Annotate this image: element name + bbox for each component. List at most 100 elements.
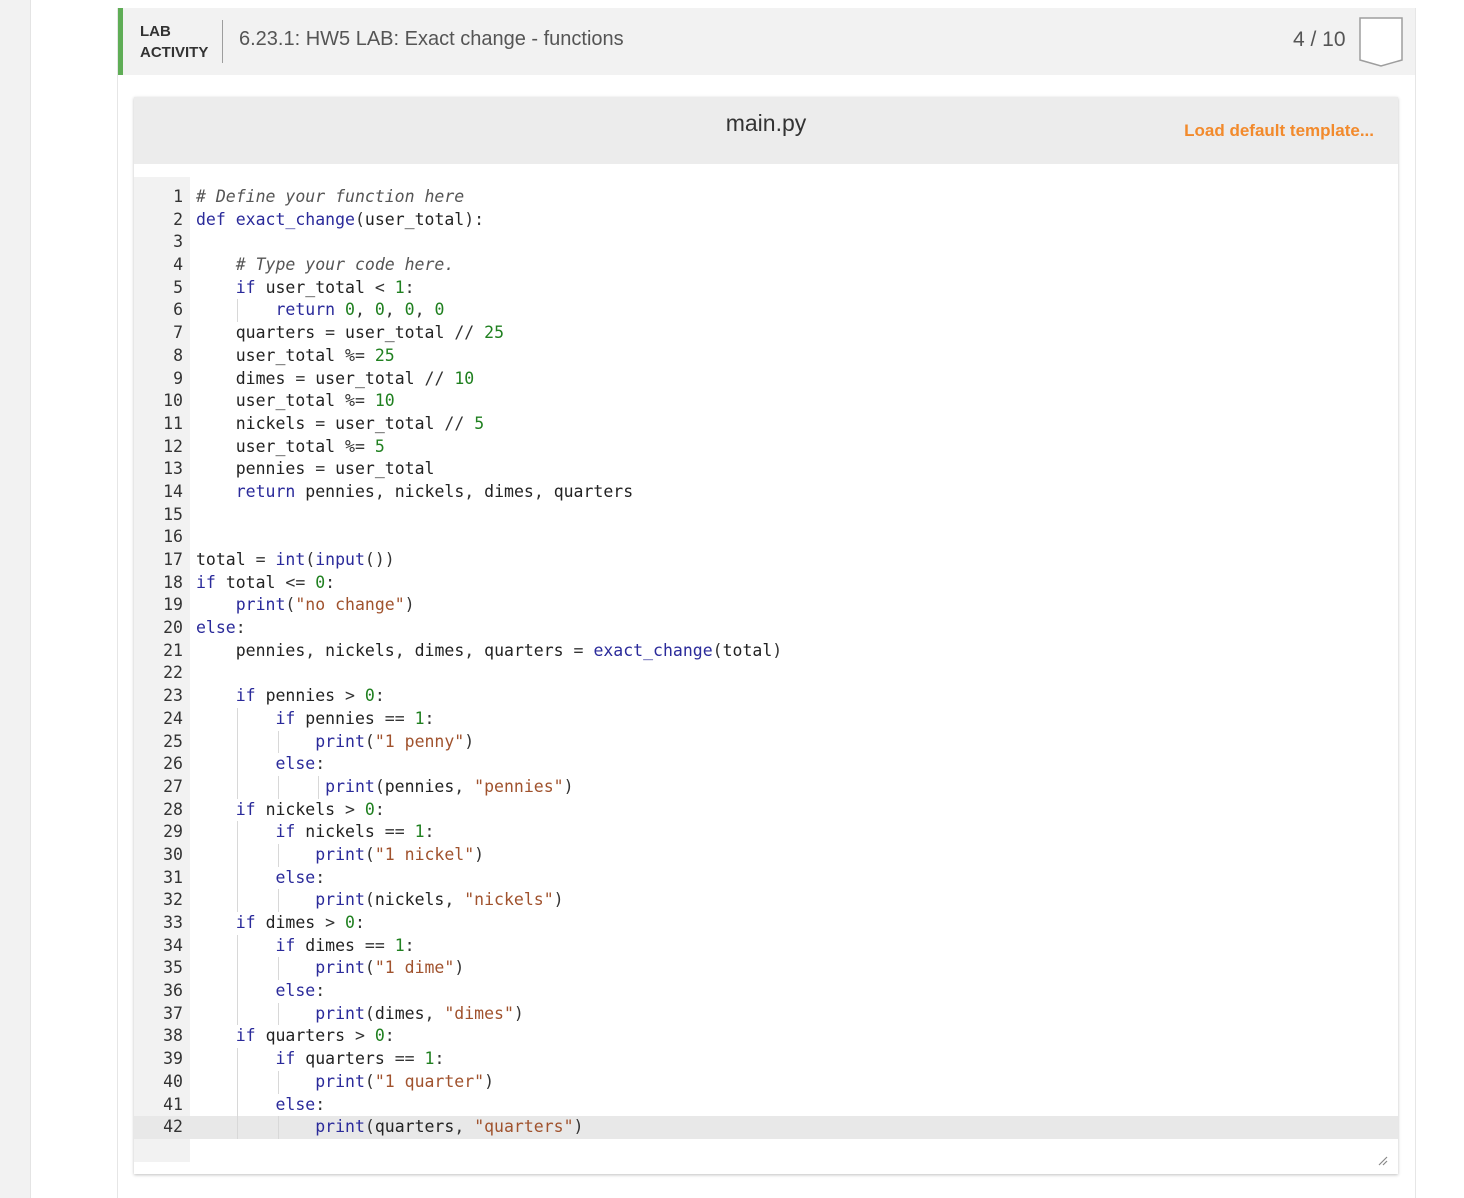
code-line[interactable]: 5 if user_total < 1: bbox=[134, 277, 1398, 300]
line-number: 20 bbox=[163, 618, 183, 638]
code-line[interactable]: 10 user_total %= 10 bbox=[134, 390, 1398, 413]
code-line[interactable]: 24 if pennies == 1: bbox=[134, 707, 1398, 731]
code-line[interactable]: 4 # Type your code here. bbox=[134, 254, 1398, 277]
line-code: else: bbox=[275, 1094, 326, 1114]
line-code: if dimes > 0: bbox=[235, 913, 365, 932]
line-code: print("1 nickel") bbox=[315, 844, 485, 864]
line-code: print(quarters, "quarters") bbox=[315, 1117, 584, 1137]
code-line[interactable]: 14 return pennies, nickels, dimes, quart… bbox=[134, 481, 1398, 504]
line-code: user_total %= 5 bbox=[235, 436, 385, 456]
code-line[interactable]: 15 bbox=[134, 504, 1398, 527]
line-number: 22 bbox=[163, 663, 183, 683]
code-line[interactable]: 2 def exact_change(user_total): bbox=[134, 209, 1398, 232]
code-line[interactable]: 34 if dimes == 1: bbox=[134, 934, 1398, 958]
line-code: pennies, nickels, dimes, quarters = exac… bbox=[235, 640, 783, 660]
indent-guide bbox=[236, 1070, 238, 1094]
line-number: 24 bbox=[163, 708, 183, 728]
line-code: else: bbox=[196, 618, 246, 638]
indent-guide bbox=[277, 1070, 279, 1094]
indent-guide bbox=[236, 299, 238, 323]
line-code: if total <= 0: bbox=[196, 572, 336, 592]
line-code: quarters = user_total // 25 bbox=[235, 323, 505, 343]
line-code: total = int(input()) bbox=[196, 550, 395, 569]
line-number: 30 bbox=[163, 844, 183, 864]
indent-guide bbox=[236, 980, 238, 1003]
code-line[interactable]: 25 print("1 penny") bbox=[134, 730, 1398, 754]
line-number: 3 bbox=[173, 232, 183, 252]
line-number: 33 bbox=[163, 913, 183, 932]
line-number: 4 bbox=[173, 255, 183, 275]
code-lines[interactable]: 1 # Define your function here 2 def exact_c… bbox=[134, 186, 1398, 1139]
code-line[interactable]: 28 if nickels > 0: bbox=[134, 799, 1398, 822]
code-line[interactable]: 31 else: bbox=[134, 866, 1398, 890]
code-line[interactable]: 30 print("1 nickel") bbox=[134, 843, 1398, 867]
code-line[interactable]: 37 print(dimes, "dimes") bbox=[134, 1002, 1398, 1026]
indent-guide bbox=[236, 707, 238, 731]
line-number: 16 bbox=[163, 527, 183, 547]
code-line[interactable]: 33 if dimes > 0: bbox=[134, 912, 1398, 935]
indent-guide bbox=[318, 775, 320, 799]
line-code: pennies = user_total bbox=[235, 459, 435, 479]
code-line[interactable]: 36 else: bbox=[134, 980, 1398, 1003]
code-line[interactable]: 22 bbox=[134, 662, 1398, 685]
code-line[interactable]: 16 bbox=[134, 526, 1398, 549]
line-code: print("no change") bbox=[235, 595, 415, 615]
code-line[interactable]: 29 if nickels == 1: bbox=[134, 821, 1398, 844]
code-text-area[interactable]: 1 # Define your function here 2 def exact_c… bbox=[134, 177, 1398, 1162]
code-line[interactable]: 27 print(pennies, "pennies") bbox=[134, 775, 1398, 799]
code-line[interactable]: 12 user_total %= 5 bbox=[134, 436, 1398, 459]
code-line[interactable]: 8 user_total %= 25 bbox=[134, 345, 1398, 368]
code-line[interactable]: 17 total = int(input()) bbox=[134, 549, 1398, 572]
line-number: 11 bbox=[163, 413, 183, 433]
code-line[interactable]: 41 else: bbox=[134, 1093, 1398, 1117]
code-line[interactable]: 11 nickels = user_total // 5 bbox=[134, 413, 1398, 436]
code-line[interactable]: 21 pennies, nickels, dimes, quarters = e… bbox=[134, 640, 1398, 663]
code-line[interactable]: 6 return 0, 0, 0, 0 bbox=[134, 299, 1398, 323]
activity-type-label: LAB ACTIVITY bbox=[140, 21, 208, 63]
code-line[interactable]: 20 else: bbox=[134, 617, 1398, 640]
code-line[interactable]: 39 if quarters == 1: bbox=[134, 1048, 1398, 1071]
indent-guide bbox=[236, 1002, 238, 1026]
activity-title: 6.23.1: HW5 LAB: Exact change - function… bbox=[239, 28, 624, 50]
code-line[interactable]: 19 print("no change") bbox=[134, 594, 1398, 617]
line-code: user_total %= 25 bbox=[235, 345, 395, 365]
left-margin-strip bbox=[0, 0, 31, 1198]
indent-guide bbox=[277, 889, 279, 912]
indent-guide bbox=[277, 843, 279, 867]
activity-score: 4 / 10 bbox=[1293, 28, 1346, 51]
code-line[interactable]: 9 dimes = user_total // 10 bbox=[134, 368, 1398, 391]
code-line[interactable]: 42 print(quarters, "quarters") bbox=[134, 1116, 1398, 1139]
code-line[interactable]: 1 # Define your function here bbox=[134, 186, 1398, 209]
code-line[interactable]: 26 else: bbox=[134, 753, 1398, 776]
indent-guide bbox=[236, 934, 238, 958]
line-number: 10 bbox=[163, 391, 183, 411]
line-number: 41 bbox=[163, 1094, 183, 1114]
line-code: if nickels > 0: bbox=[235, 799, 385, 819]
line-code: return 0, 0, 0, 0 bbox=[275, 300, 445, 320]
code-line[interactable]: 18 if total <= 0: bbox=[134, 572, 1398, 595]
indent-guide bbox=[236, 866, 238, 890]
code-line[interactable]: 23 if pennies > 0: bbox=[134, 685, 1398, 708]
line-code: return pennies, nickels, dimes, quarters bbox=[235, 481, 634, 501]
load-default-template-button[interactable]: Load default template... bbox=[1184, 121, 1374, 141]
indent-guide bbox=[277, 775, 279, 799]
line-code: if nickels == 1: bbox=[275, 822, 435, 842]
indent-guide bbox=[236, 1116, 238, 1139]
indent-guide bbox=[236, 753, 238, 776]
indent-guide bbox=[236, 775, 238, 799]
code-line[interactable]: 3 bbox=[134, 231, 1398, 254]
code-line[interactable]: 38 if quarters > 0: bbox=[134, 1025, 1398, 1048]
line-number: 35 bbox=[163, 958, 183, 978]
code-line[interactable]: 7 quarters = user_total // 25 bbox=[134, 322, 1398, 345]
indent-guide bbox=[236, 957, 238, 981]
code-line[interactable]: 13 pennies = user_total bbox=[134, 458, 1398, 481]
line-number: 7 bbox=[173, 323, 183, 343]
line-number: 21 bbox=[163, 640, 183, 660]
resize-handle-icon[interactable] bbox=[1376, 1154, 1388, 1166]
code-line[interactable]: 35 print("1 dime") bbox=[134, 957, 1398, 981]
lab-activity-card: LAB ACTIVITY 6.23.1: HW5 LAB: Exact chan… bbox=[117, 8, 1416, 1198]
completion-badge-icon bbox=[1359, 17, 1403, 67]
code-line[interactable]: 40 print("1 quarter") bbox=[134, 1070, 1398, 1094]
line-number: 36 bbox=[163, 981, 183, 1001]
code-line[interactable]: 32 print(nickels, "nickels") bbox=[134, 889, 1398, 912]
